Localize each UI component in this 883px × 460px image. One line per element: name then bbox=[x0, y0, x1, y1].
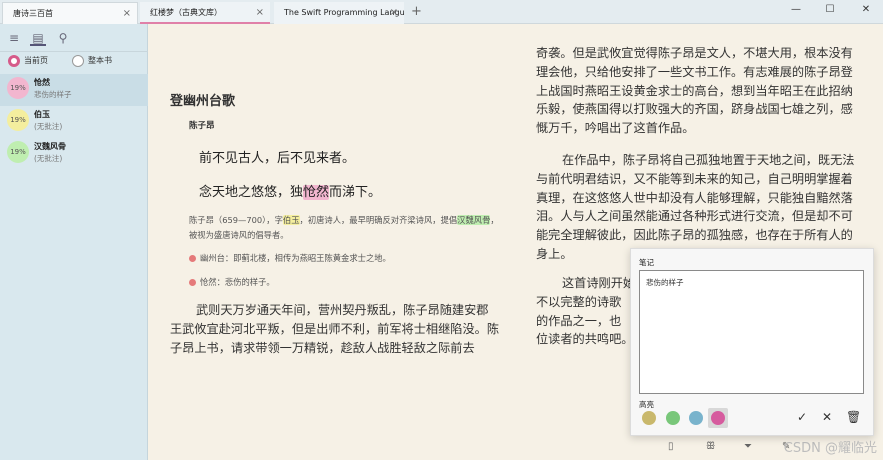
swatch-blue[interactable] bbox=[689, 411, 703, 425]
footnote-2: 怆然：悲伤的样子。 bbox=[189, 276, 275, 288]
minimize-button[interactable]: — bbox=[779, 0, 813, 20]
progress-badge: 19% bbox=[7, 141, 29, 163]
close-tab-icon[interactable]: × bbox=[123, 3, 131, 24]
close-tab-icon[interactable]: × bbox=[390, 2, 398, 24]
bio-text: 陈子昂（659—700），字 bbox=[189, 215, 283, 225]
tab-label: The Swift Programming Language (5 bbox=[284, 8, 404, 17]
filter-icon[interactable]: ⏷ bbox=[744, 441, 752, 452]
verse-text: 念天地之悠悠，独 bbox=[199, 185, 304, 200]
tts-icon[interactable]: ꕥ bbox=[706, 441, 715, 452]
text-line: 不以完整的诗歌 bbox=[536, 294, 622, 309]
note-item-hanwei[interactable]: 19% 汉魏风骨 (无批注) bbox=[0, 138, 148, 170]
note-editor-panel: 笔记 悲伤的样子 高亮 ✓ ✕ 🗑 bbox=[630, 248, 874, 436]
whole-book-radio[interactable] bbox=[72, 55, 84, 67]
close-window-button[interactable]: ✕ bbox=[849, 0, 883, 20]
footnote-dot-icon bbox=[189, 279, 196, 286]
note-word: 伯玉 bbox=[34, 110, 50, 119]
author-bio: 陈子昂（659—700），字伯玉，初唐诗人，最早明确反对齐梁诗风，提倡汉魏风骨，… bbox=[189, 213, 499, 243]
notes-sidebar: ≡ ▤ ⚲ 当前页 整本书 19% 怆然 悲伤的样子 19% 伯玉 (无批注) … bbox=[0, 24, 148, 460]
note-text: 悲伤的样子 bbox=[34, 90, 72, 99]
footnote-text: 怆然：悲伤的样子。 bbox=[200, 277, 275, 287]
commentary-paragraph: 在作品中，陈子昂将自己孤独地置于天地之间，既无法与前代明君结识，又不能等到未来的… bbox=[536, 153, 855, 261]
note-word: 汉魏风骨 bbox=[34, 142, 66, 151]
text-line: 的作品之一，也 bbox=[536, 313, 622, 328]
verse-line-1: 前不见古人，后不见来者。 bbox=[199, 151, 356, 166]
text-line: 这首诗刚开始 bbox=[562, 276, 636, 290]
footnote-text: 幽州台：即蓟北楼，相传为燕昭王陈黄金求士之地。 bbox=[200, 253, 391, 263]
search-icon[interactable]: ⚲ bbox=[55, 30, 71, 46]
delete-icon[interactable]: 🗑 bbox=[846, 410, 861, 424]
tab-label: 唐诗三百首 bbox=[13, 9, 53, 18]
swatch-pink[interactable] bbox=[711, 411, 725, 425]
progress-badge: 19% bbox=[7, 77, 29, 99]
note-word: 怆然 bbox=[34, 78, 50, 87]
tab-bar: 唐诗三百首 × 红楼梦（古典文库） × The Swift Programmin… bbox=[0, 0, 883, 24]
commentary-paragraph: 武则天万岁通天年间，营州契丹叛乱，陈子昂随建安郡王武攸宜赴河北平叛，但是出师不利… bbox=[170, 303, 500, 355]
text-line: 位读者的共鸣吧。 bbox=[536, 332, 634, 347]
footnote-dot-icon bbox=[189, 255, 196, 262]
toc-icon[interactable]: ≡ bbox=[6, 30, 22, 46]
verse-line-2: 念天地之悠悠，独怆然而涕下。 bbox=[199, 181, 381, 200]
highlight-chuangran[interactable]: 怆然 bbox=[303, 185, 330, 200]
whole-book-label: 整本书 bbox=[88, 56, 112, 65]
highlight-hanwei[interactable]: 汉魏风骨 bbox=[457, 215, 491, 225]
swatch-green[interactable] bbox=[666, 411, 680, 425]
commentary-paragraph: 这首诗刚开始 不以完整的诗歌 的作品之一，也 位读者的共鸣吧。 bbox=[536, 274, 636, 349]
poem-author: 陈子昂 bbox=[189, 121, 215, 131]
divider bbox=[0, 51, 148, 52]
confirm-icon[interactable]: ✓ bbox=[797, 410, 807, 424]
highlight-label: 高亮 bbox=[639, 400, 654, 409]
new-tab-button[interactable]: + bbox=[411, 2, 422, 22]
progress-badge: 19% bbox=[7, 109, 29, 131]
maximize-button[interactable]: ☐ bbox=[813, 0, 847, 20]
tab-label: 红楼梦（古典文库） bbox=[150, 8, 222, 17]
poem-title: 登幽州台歌 bbox=[170, 94, 236, 109]
note-text: (无批注) bbox=[34, 154, 63, 163]
highlight-boyu[interactable]: 伯玉 bbox=[282, 215, 300, 225]
bookmark-icon[interactable]: ▯ bbox=[668, 441, 674, 452]
tab-swift-book[interactable]: The Swift Programming Language (5 × bbox=[274, 2, 404, 24]
cancel-icon[interactable]: ✕ bbox=[822, 410, 832, 424]
watermark: CSDN @耀临光 bbox=[783, 441, 877, 456]
tab-tang-poems[interactable]: 唐诗三百首 × bbox=[2, 2, 138, 24]
note-item-boyu[interactable]: 19% 伯玉 (无批注) bbox=[0, 106, 148, 138]
note-item-chuangran[interactable]: 19% 怆然 悲伤的样子 bbox=[0, 74, 148, 106]
tab-hongloumeng[interactable]: 红楼梦（古典文库） × bbox=[140, 2, 270, 24]
verse-text: 而涕下。 bbox=[329, 185, 382, 200]
bio-text: ，初唐诗人，最早明确反对齐梁诗风，提倡 bbox=[299, 215, 458, 225]
left-page: 登幽州台歌 陈子昂 前不见古人，后不见来者。 念天地之悠悠，独怆然而涕下。 陈子… bbox=[149, 24, 516, 436]
note-label: 笔记 bbox=[639, 258, 654, 267]
note-textarea[interactable]: 悲伤的样子 bbox=[639, 270, 864, 394]
current-page-label: 当前页 bbox=[24, 56, 48, 65]
note-text: (无批注) bbox=[34, 122, 63, 131]
current-page-radio[interactable] bbox=[8, 55, 20, 67]
swatch-olive[interactable] bbox=[642, 411, 656, 425]
commentary-paragraph: 奇袭。但是武攸宜觉得陈子昂是文人，不堪大用，根本没有理会他，只给他安排了一些文书… bbox=[536, 46, 853, 136]
footnote-1: 幽州台：即蓟北楼，相传为燕昭王陈黄金求士之地。 bbox=[189, 252, 391, 264]
bottom-toolbar: ▯ ꕥ ⏷ ✎ bbox=[149, 436, 883, 460]
notes-icon[interactable]: ▤ bbox=[30, 30, 46, 46]
close-tab-icon[interactable]: × bbox=[256, 2, 264, 24]
